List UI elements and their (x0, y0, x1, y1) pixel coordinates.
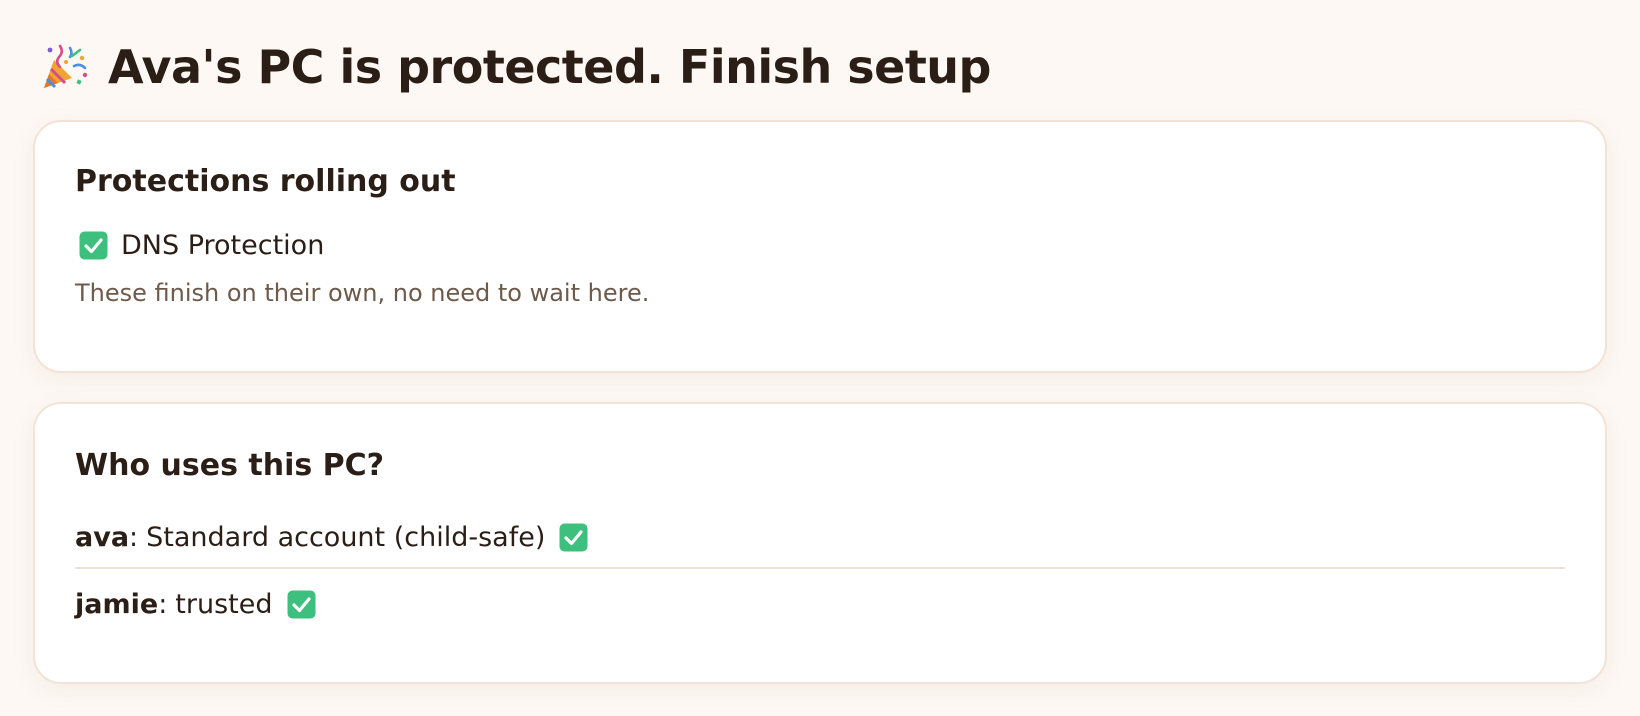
user-role: trusted (175, 588, 273, 620)
user-name: ava (75, 521, 130, 553)
setup-page: Ava's PC is protected. Finish setup Prot… (0, 0, 1640, 716)
protection-item-label: DNS Protection (121, 229, 325, 261)
check-icon (79, 231, 108, 260)
protections-note: These finish on their own, no need to wa… (75, 279, 650, 307)
page-title: Ava's PC is protected. Finish setup (108, 40, 991, 94)
user-separator: : (158, 588, 168, 620)
user-name: jamie (75, 588, 159, 620)
user-role: Standard account (child-safe) (146, 521, 546, 553)
party-popper-icon (40, 42, 90, 92)
user-list: ava: Standard account (child-safe) jamie:… (75, 507, 1565, 639)
check-icon (287, 590, 316, 619)
protection-item-dns: DNS Protection (79, 229, 1565, 261)
protections-card: Protections rolling out DNS Protection T… (33, 120, 1607, 373)
user-row-jamie: jamie: trusted (75, 567, 1565, 639)
check-icon (559, 523, 588, 552)
users-title: Who uses this PC? (75, 448, 385, 483)
page-header: Ava's PC is protected. Finish setup (40, 38, 991, 96)
user-separator: : (129, 521, 139, 553)
users-card: Who uses this PC? ava: Standard account (… (33, 402, 1607, 684)
user-row-ava: ava: Standard account (child-safe) (75, 507, 1565, 567)
protections-title: Protections rolling out (75, 164, 456, 199)
